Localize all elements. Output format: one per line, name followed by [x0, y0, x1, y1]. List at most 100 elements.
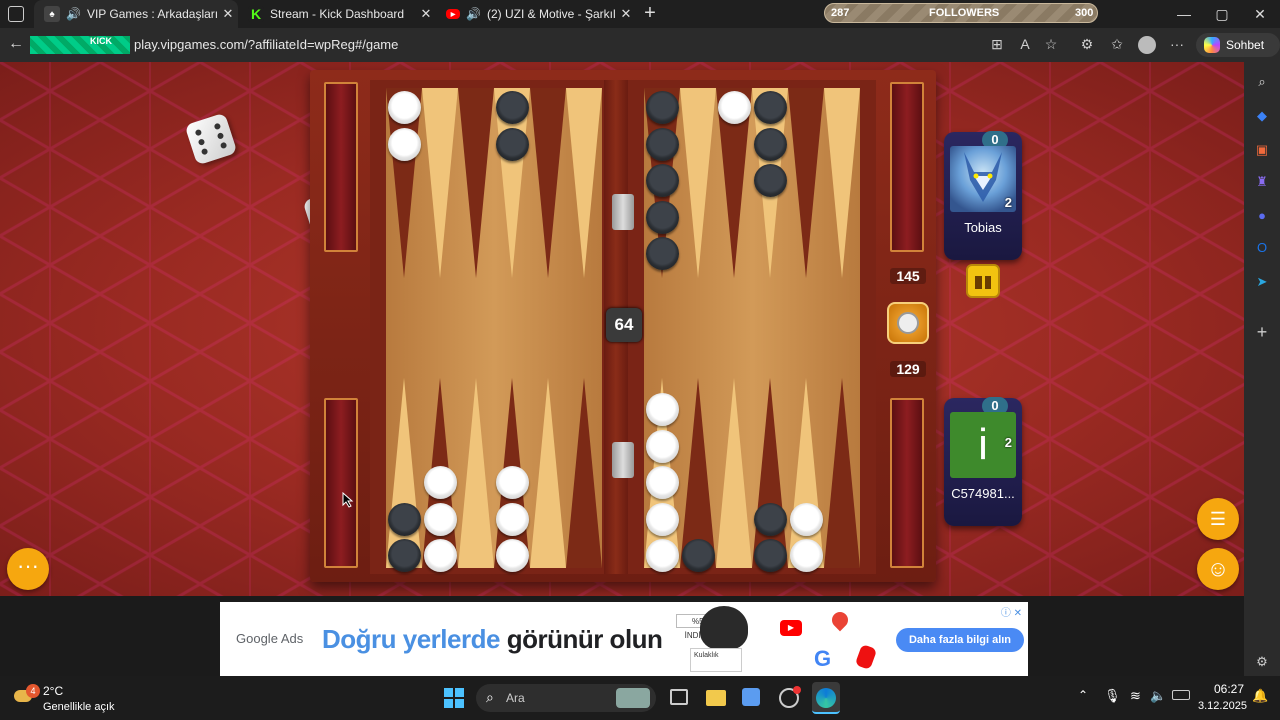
file-explorer-icon[interactable]	[706, 690, 726, 706]
store-icon[interactable]	[742, 688, 760, 706]
top-right-checker-black[interactable]	[753, 91, 787, 124]
telegram-icon[interactable]: ➤	[1254, 274, 1270, 290]
back-arrow-icon[interactable]: ←	[8, 35, 24, 53]
top-right-checker-white[interactable]	[717, 91, 751, 124]
emoji-icon[interactable]: ☺	[1197, 548, 1239, 590]
settings-gear-icon[interactable]: ⚙	[1254, 654, 1270, 670]
close-icon[interactable]: ✕	[416, 6, 436, 22]
doubling-cube[interactable]: 64	[606, 308, 642, 342]
close-icon[interactable]: ✕	[218, 6, 238, 22]
speaker-icon[interactable]: 🔊	[466, 7, 481, 21]
volume-icon[interactable]: 🔈	[1150, 688, 1166, 704]
bottom-right-checker-black[interactable]	[753, 502, 787, 536]
bearoff-tray-bottom-right[interactable]	[890, 398, 924, 568]
tab-youtube[interactable]: ▶ 🔊 (2) UZI & Motive - Şarkılar Sö ✕	[436, 0, 636, 28]
point-top-left-5[interactable]	[566, 88, 602, 278]
bearoff-tray-bottom-left[interactable]	[324, 398, 358, 568]
clock-date[interactable]: 3.12.2025	[1198, 700, 1247, 712]
top-right-checker-black[interactable]	[645, 200, 679, 234]
bottom-left-checker-white[interactable]	[423, 502, 457, 536]
bottom-right-checker-white[interactable]	[789, 502, 823, 536]
point-bottom-right-2[interactable]	[716, 378, 752, 568]
favorite-star-icon[interactable]: ☆	[1042, 36, 1060, 53]
bottom-left-checker-white[interactable]	[495, 539, 529, 572]
profile-avatar[interactable]	[1138, 36, 1156, 54]
top-right-checker-black[interactable]	[645, 127, 679, 161]
close-icon[interactable]: ✕	[616, 6, 636, 22]
local-player-card[interactable]: 0 i 2 C574981...	[944, 397, 1022, 526]
outlook-icon[interactable]: O	[1254, 240, 1270, 256]
microphone-icon[interactable]: 🎙	[1104, 688, 1121, 704]
google-ads-banner[interactable]: Google Ads Doğru yerlerde görünür olun %…	[220, 602, 1028, 676]
apps-grid-icon[interactable]: ⊞	[988, 36, 1006, 53]
toolbox-icon[interactable]: ▣	[1254, 142, 1270, 158]
ad-cta-button[interactable]: Daha fazla bilgi alın	[896, 628, 1024, 652]
bottom-left-checker-white[interactable]	[495, 466, 529, 499]
bottom-right-checker-black[interactable]	[753, 539, 787, 572]
bottom-right-checker-white[interactable]	[645, 466, 679, 499]
point-bottom-right-5[interactable]	[824, 378, 860, 568]
close-window-button[interactable]: ✕	[1250, 6, 1270, 23]
more-menu-icon[interactable]: ···	[1168, 36, 1186, 52]
ad-info-icon[interactable]: ⓘ ✕	[1001, 604, 1022, 619]
top-right-checker-black[interactable]	[645, 91, 679, 124]
gift-icon[interactable]	[966, 264, 1000, 298]
copilot-sidebar-icon[interactable]: ●	[1254, 208, 1270, 224]
notification-bell-icon[interactable]: 🔔	[1252, 688, 1268, 704]
search-icon[interactable]: ⌕	[1254, 74, 1270, 90]
top-right-checker-black[interactable]	[753, 164, 787, 197]
minimize-button[interactable]: —	[1174, 6, 1194, 22]
point-top-right-1[interactable]	[680, 88, 716, 278]
point-top-right-4[interactable]	[788, 88, 824, 278]
top-right-checker-black[interactable]	[645, 237, 679, 270]
taskbar-search-box[interactable]: ⌕ Ara	[476, 684, 656, 712]
bottom-right-checker-black[interactable]	[681, 539, 715, 572]
bottom-left-checker-black[interactable]	[387, 539, 421, 572]
copilot-chat-button[interactable]: Sohbet et	[1196, 33, 1280, 76]
clock-time[interactable]: 06:27	[1206, 682, 1244, 696]
tab-actions-icon[interactable]	[8, 6, 24, 22]
read-aloud-icon[interactable]: A	[1016, 36, 1034, 52]
tab-vip-games[interactable]: ♠ 🔊 VIP Games : Arkadaşlarınla iz ✕	[34, 0, 238, 28]
favorites-icon[interactable]: ✩	[1108, 36, 1126, 53]
opponent-player-card[interactable]: 0 2 Tobias	[944, 131, 1022, 260]
bearoff-tray-top-left[interactable]	[324, 82, 358, 252]
new-tab-button[interactable]: +	[640, 2, 660, 25]
menu-dots-button[interactable]: ···	[7, 548, 49, 590]
bearoff-tray-top-right[interactable]	[890, 82, 924, 252]
bottom-right-checker-white[interactable]	[645, 502, 679, 536]
bottom-left-checker-white[interactable]	[423, 539, 457, 572]
top-left-checker-white[interactable]	[387, 91, 421, 124]
windows-start-icon[interactable]	[444, 688, 464, 708]
top-left-checker-black[interactable]	[495, 127, 529, 161]
extensions-icon[interactable]: ⚙	[1078, 36, 1096, 53]
top-right-checker-black[interactable]	[645, 164, 679, 197]
bottom-left-checker-white[interactable]	[423, 466, 457, 499]
maximize-button[interactable]: ▢	[1212, 6, 1232, 23]
battery-icon[interactable]	[1172, 690, 1190, 700]
top-left-checker-black[interactable]	[495, 91, 529, 124]
games-icon[interactable]: ♜	[1254, 174, 1270, 190]
chat-icon[interactable]: ☰	[1197, 498, 1239, 540]
app-with-notification-icon[interactable]	[779, 686, 801, 708]
point-bottom-left-5[interactable]	[566, 378, 602, 568]
bottom-right-checker-white[interactable]	[645, 539, 679, 572]
bottom-right-checker-white[interactable]	[645, 429, 679, 463]
roll-dice-button[interactable]	[887, 302, 929, 344]
shopping-tag-icon[interactable]: ◆	[1254, 108, 1270, 124]
speaker-icon[interactable]: 🔊	[66, 7, 81, 21]
bottom-right-checker-white[interactable]	[789, 539, 823, 572]
weather-icon[interactable]: 4	[14, 684, 40, 706]
wifi-icon[interactable]: ≋	[1130, 688, 1141, 704]
bottom-left-checker-black[interactable]	[387, 502, 421, 536]
bottom-left-checker-white[interactable]	[495, 502, 529, 536]
top-left-checker-white[interactable]	[387, 127, 421, 161]
point-bottom-left-4[interactable]	[530, 378, 566, 568]
task-view-icon[interactable]	[670, 689, 688, 705]
point-top-right-5[interactable]	[824, 88, 860, 278]
top-right-checker-black[interactable]	[753, 127, 787, 161]
tray-chevron-icon[interactable]: ⌃	[1078, 688, 1088, 702]
point-top-left-2[interactable]	[458, 88, 494, 278]
url-field[interactable]: play.vipgames.com/?affiliateId=wpReg#/ga…	[134, 37, 398, 52]
edge-taskbar-icon[interactable]	[812, 682, 840, 714]
